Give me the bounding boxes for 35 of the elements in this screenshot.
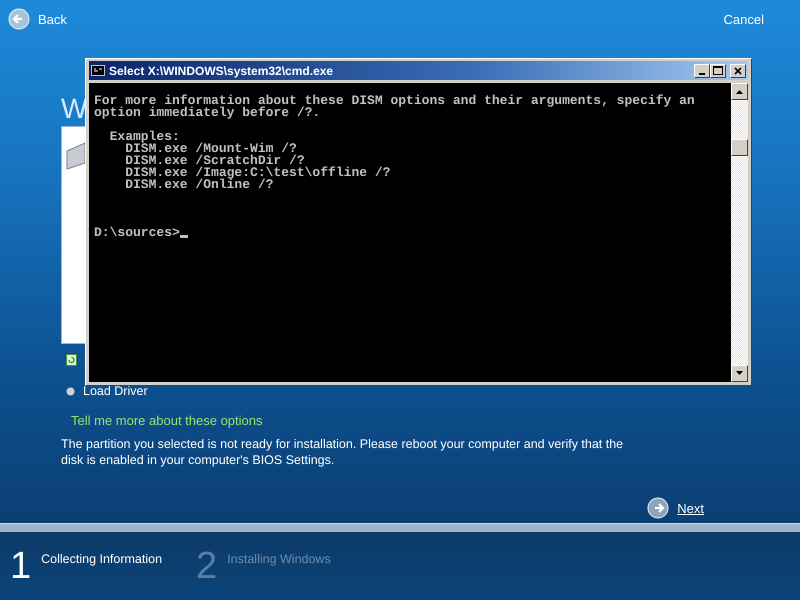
scroll-thumb[interactable]: [731, 139, 748, 156]
load-driver-link[interactable]: Load Driver: [83, 384, 148, 398]
console-text: DISM.exe /Online /?: [124, 179, 274, 191]
console-prompt: D:\sources>: [94, 227, 180, 239]
scroll-up-button[interactable]: [731, 83, 748, 100]
console-text: For more information about these DISM options and their arguments, specify an option immediately before /?.: [94, 95, 696, 119]
text-cursor: [180, 235, 188, 238]
up-arrow-icon: [736, 90, 743, 94]
minimize-icon: [699, 72, 705, 74]
console-text: DISM.exe /ScratchDir /?: [124, 155, 305, 167]
minimize-button[interactable]: [694, 64, 710, 78]
maximize-icon: [713, 66, 723, 75]
close-button[interactable]: [730, 64, 746, 78]
help-link[interactable]: Tell me more about these options: [71, 413, 800, 428]
console-text: DISM.exe /Image:C:\test\offline /?: [124, 167, 392, 179]
page-heading: W: [61, 94, 88, 124]
close-icon: [734, 66, 742, 74]
step-number: 1: [10, 544, 32, 588]
scrollbar[interactable]: [731, 83, 748, 382]
scroll-down-button[interactable]: [731, 364, 748, 382]
step-label: Installing Windows: [227, 552, 331, 566]
down-arrow-icon: [736, 371, 743, 376]
window-title: Select X:\WINDOWS\system32\cmd.exe: [109, 64, 334, 78]
maximize-button[interactable]: [710, 64, 726, 78]
bullet-icon: [66, 386, 75, 396]
console-icon: [91, 65, 105, 76]
back-link[interactable]: Back: [8, 8, 67, 30]
next-link[interactable]: Next: [647, 497, 704, 519]
console-text: Examples:: [108, 131, 180, 143]
console-text: DISM.exe /Mount-Wim /?: [125, 143, 297, 155]
refresh-icon: [66, 354, 77, 366]
error-message: The partition you selected is not ready for installation. Please reboot your computer and verify that the disk is enabled in your computer's BIOS Settings.: [61, 436, 624, 468]
step-label: Collecting Information: [41, 552, 162, 566]
cancel-link[interactable]: Cancel: [724, 12, 764, 26]
step-number: 2: [196, 544, 218, 588]
